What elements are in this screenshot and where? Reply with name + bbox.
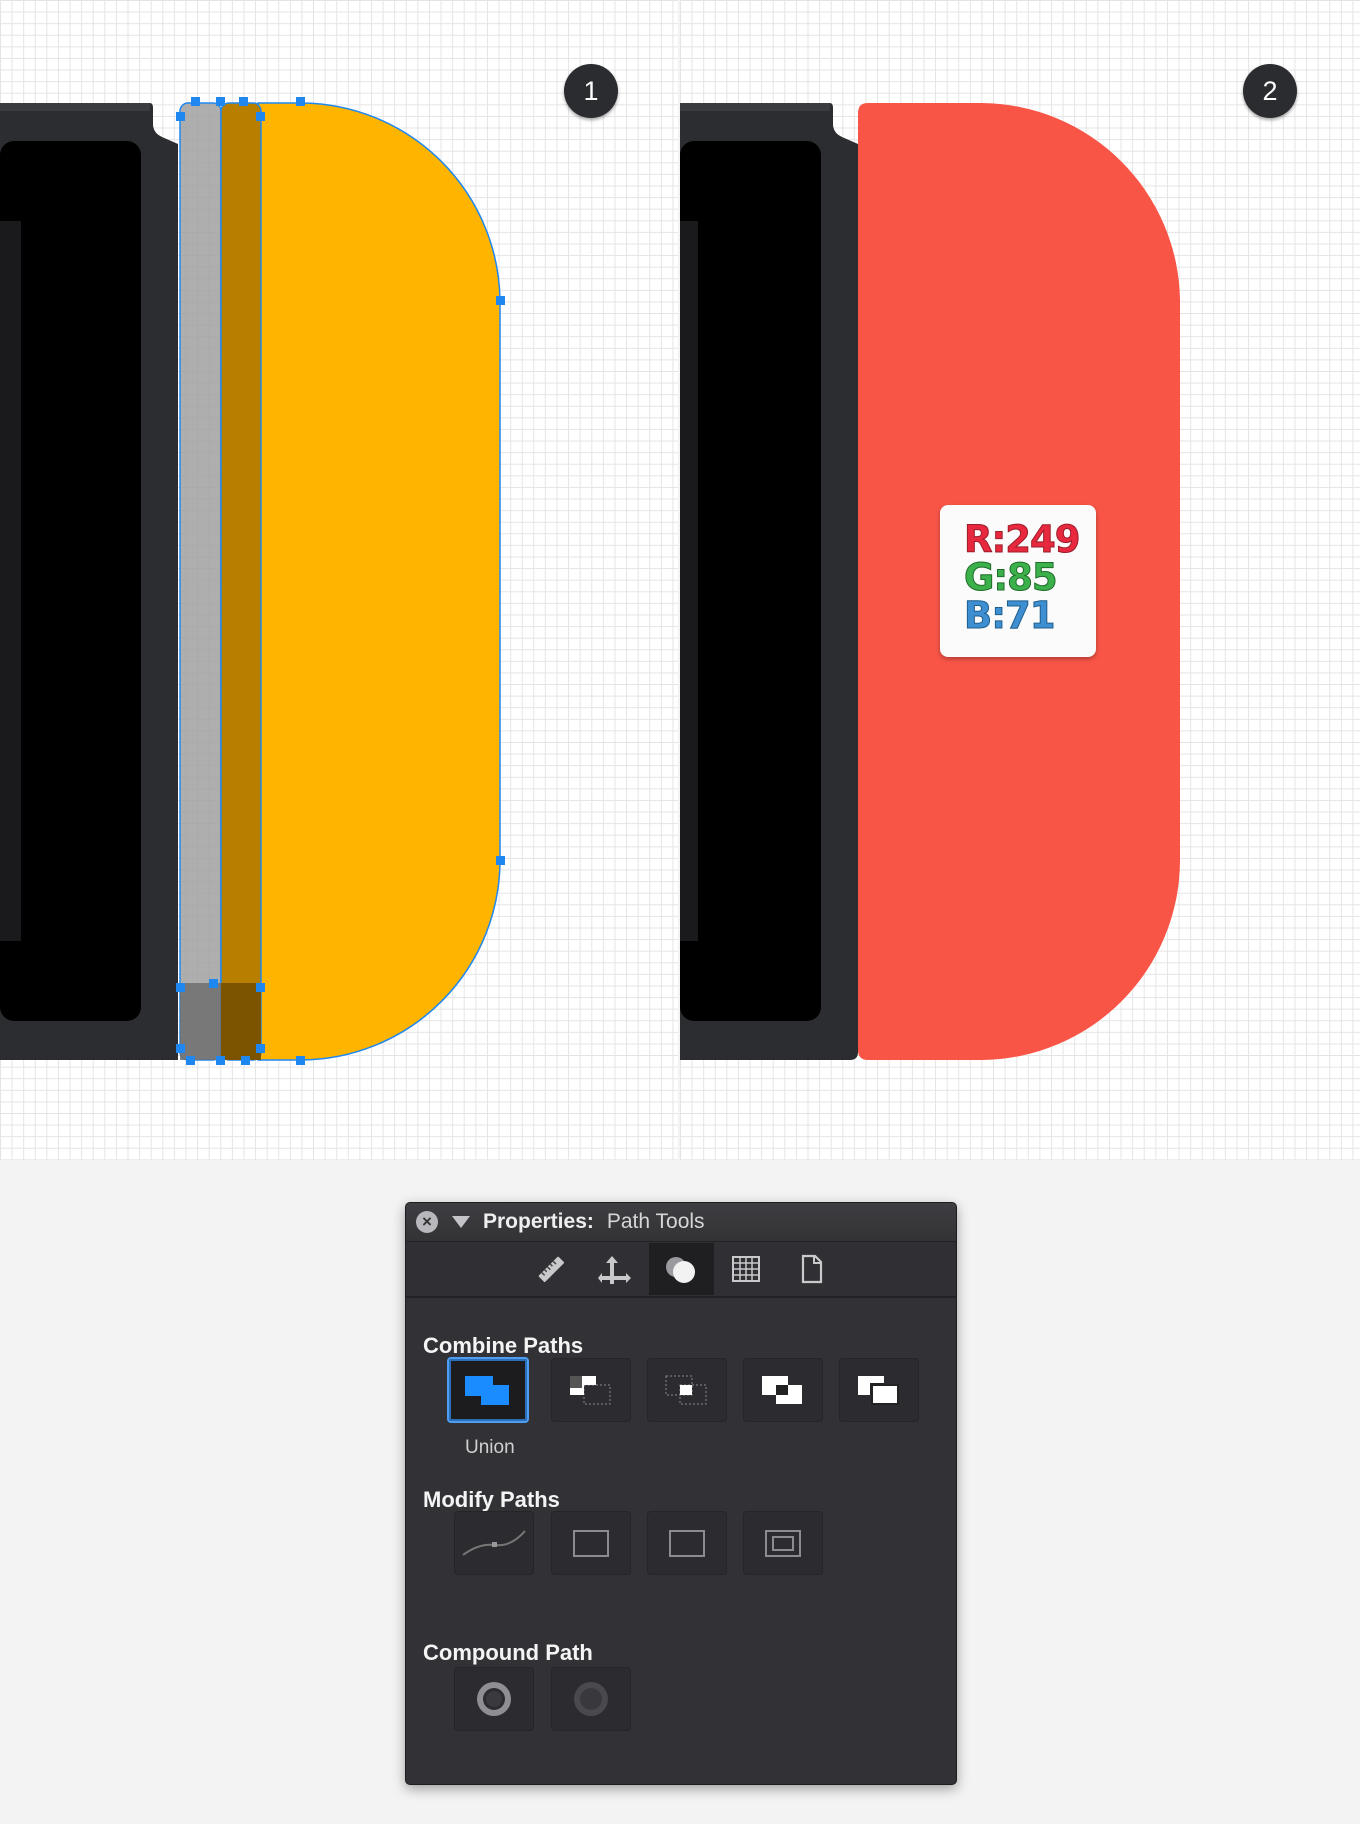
anchor-point: [256, 1044, 265, 1053]
intersect-icon: [665, 1375, 707, 1405]
grid-icon: [732, 1256, 760, 1282]
anchor-point: [176, 1044, 185, 1053]
exclude-button[interactable]: [743, 1358, 823, 1422]
align-arrows-icon: [598, 1256, 631, 1284]
modify-paths-title: Modify Paths: [423, 1487, 560, 1512]
properties-title-bar: × Properties: Path Tools: [406, 1203, 956, 1242]
simplify-path-button[interactable]: [454, 1511, 534, 1575]
collapse-triangle-icon[interactable]: [452, 1216, 470, 1228]
anchor-point: [186, 1056, 195, 1065]
document-icon: [801, 1254, 823, 1284]
expand-icon: [669, 1530, 705, 1557]
offset-path-button[interactable]: [743, 1511, 823, 1575]
device-highlight: [0, 103, 150, 111]
combine-paths-title: Combine Paths: [423, 1333, 584, 1358]
canvas-panel-step-1: 1: [0, 0, 678, 1160]
tab-path-tools[interactable]: [648, 1243, 714, 1295]
canvas-panel-step-2: 2 R:249 G:85 B:71: [680, 0, 1360, 1160]
properties-panel: × Properties: Path Tools Combine Paths U…: [405, 1202, 957, 1785]
outline-stroke-button[interactable]: [551, 1511, 631, 1575]
release-compound-icon: [574, 1682, 608, 1716]
rgb-color-card: R:249 G:85 B:71: [940, 505, 1096, 657]
expand-button[interactable]: [647, 1511, 727, 1575]
tab-align[interactable]: [584, 1243, 649, 1295]
device-screen: [680, 141, 821, 1021]
union-icon: [465, 1376, 509, 1405]
exclude-icon: [762, 1376, 802, 1404]
anchor-point: [256, 112, 265, 121]
close-icon[interactable]: ×: [416, 1211, 438, 1233]
anchor-point: [256, 983, 265, 992]
intersect-button[interactable]: [647, 1358, 727, 1422]
rgb-green-value: G:85: [964, 556, 1059, 599]
subtract-button[interactable]: [551, 1358, 631, 1422]
anchor-point: [296, 1056, 305, 1065]
release-compound-button[interactable]: [551, 1667, 631, 1731]
subtract-icon: [570, 1376, 611, 1405]
device-screen-edge: [680, 221, 698, 941]
union-label: Union: [465, 1437, 515, 1458]
simplify-path-icon: [462, 1530, 526, 1556]
properties-title-value: Path Tools: [606, 1210, 705, 1233]
step-badge-2: 2: [1243, 64, 1297, 118]
path-combine-icon: [666, 1257, 695, 1283]
rgb-blue-value: B:71: [964, 594, 1057, 637]
yellow-joycon-shape: [257, 102, 501, 1061]
device-screen: [0, 141, 141, 1021]
rgb-red-value: R:249: [964, 518, 1082, 561]
overlap-brown-bottom: [221, 983, 261, 1060]
tab-measure[interactable]: [519, 1243, 584, 1295]
divide-button[interactable]: [839, 1358, 919, 1422]
grey-rectangle: [179, 102, 222, 1061]
anchor-point: [176, 983, 185, 992]
overlap-grey-bottom: [180, 983, 221, 1060]
ruler-icon: [538, 1256, 565, 1283]
union-button[interactable]: [447, 1357, 529, 1423]
divide-icon: [858, 1376, 899, 1405]
make-compound-button[interactable]: [454, 1667, 534, 1731]
compound-path-title: Compound Path: [423, 1640, 593, 1665]
anchor-point: [241, 1056, 250, 1065]
anchor-point: [176, 112, 185, 121]
make-compound-icon: [477, 1682, 511, 1716]
device-highlight: [680, 103, 830, 111]
step-badge-1: 1: [564, 64, 618, 118]
anchor-point: [239, 97, 248, 106]
anchor-point: [496, 856, 505, 865]
offset-path-icon: [765, 1530, 801, 1557]
brown-rectangle: [220, 102, 262, 1061]
anchor-point: [216, 97, 225, 106]
anchor-point: [296, 97, 305, 106]
outline-stroke-icon: [573, 1530, 609, 1557]
tab-document[interactable]: [779, 1243, 844, 1295]
anchor-point: [496, 296, 505, 305]
anchor-point: [209, 979, 218, 988]
properties-tab-bar: [406, 1242, 956, 1298]
anchor-point: [216, 1056, 225, 1065]
device-screen-edge: [0, 221, 21, 941]
anchor-point: [191, 97, 200, 106]
canvas-artwork-step-1: [0, 97, 505, 1065]
tab-grid[interactable]: [714, 1243, 779, 1295]
properties-title-label: Properties:: [483, 1210, 594, 1233]
